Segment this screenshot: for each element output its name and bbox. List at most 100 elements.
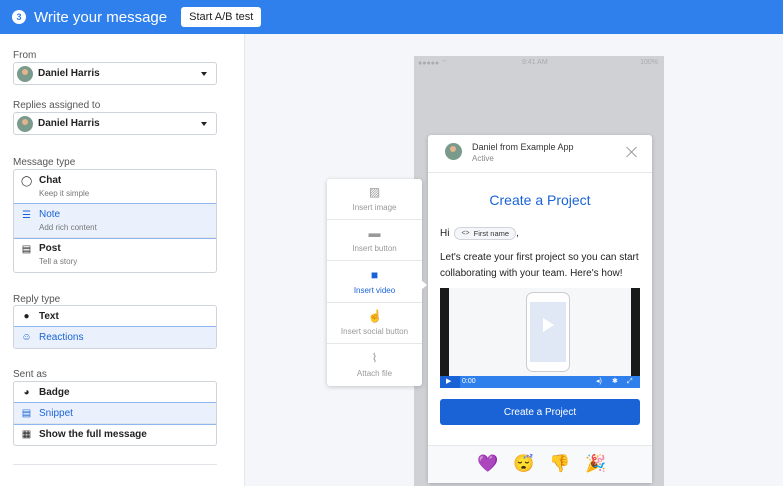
chat-bubble-icon: ◯	[21, 176, 33, 187]
pill-label: First name	[473, 229, 510, 238]
insert-label: Insert social button	[340, 327, 409, 336]
insert-label: Insert image	[352, 203, 397, 212]
divider	[13, 464, 217, 465]
start-ab-test-button[interactable]: Start A/B test	[181, 7, 262, 27]
assigned-label: Replies assigned to	[13, 100, 101, 111]
message-card: Daniel from Example App Active Create a …	[428, 135, 652, 483]
reply-type-label: Reply type	[13, 294, 61, 305]
image-icon: ▨	[368, 185, 381, 199]
video-icon: ■	[370, 268, 379, 282]
assigned-value: Daniel Harris	[38, 118, 100, 129]
caret-down-icon	[201, 72, 207, 76]
avatar	[17, 115, 33, 132]
reply-type-group: ● Text ☺ Reactions	[13, 305, 217, 349]
fullscreen-icon[interactable]: ⤢	[627, 378, 633, 386]
insert-label: Insert video	[353, 286, 396, 295]
message-type-group: ◯ Chat Keep it simple ☰ Note Add rich co…	[13, 169, 217, 273]
button-icon: ▬	[368, 226, 381, 240]
card-header: Daniel from Example App Active	[428, 135, 652, 173]
video-controls: ▶ 0:00 ◂) ✱ ⤢	[440, 376, 640, 388]
sent-as-badge[interactable]: ◕ Badge	[14, 382, 216, 403]
option-title: Show the full message	[39, 429, 147, 440]
insert-image-item[interactable]: ▨ Insert image	[327, 179, 422, 220]
full-message-icon: ▦	[21, 429, 32, 440]
from-value: Daniel Harris	[38, 68, 100, 79]
option-title: Chat	[39, 175, 62, 186]
sent-as-label: Sent as	[13, 369, 47, 380]
post-icon: ▤	[21, 244, 32, 255]
greeting-suffix: ,	[516, 228, 519, 239]
message-type-post[interactable]: ▤ Post Tell a story	[14, 238, 216, 272]
option-title: Note	[39, 209, 61, 220]
attach-file-item[interactable]: ⌇ Attach file	[327, 345, 422, 386]
signal-indicator: ●●●●● ⌔	[418, 60, 448, 67]
option-title: Text	[39, 310, 59, 322]
assigned-select[interactable]: Daniel Harris	[13, 112, 217, 135]
menu-pointer	[421, 280, 427, 290]
reaction-heart[interactable]: 💜	[470, 454, 506, 474]
insert-button-item[interactable]: ▬ Insert button	[327, 220, 422, 261]
code-icon: <>	[461, 230, 470, 237]
note-icon: ☰	[22, 210, 31, 221]
settings-icon[interactable]: ✱	[612, 378, 618, 386]
battery-indicator: 100%	[640, 59, 658, 66]
snippet-icon: ▤	[21, 408, 32, 419]
from-select[interactable]: Daniel Harris	[13, 62, 217, 85]
message-type-label: Message type	[13, 157, 76, 168]
reactions-bar: 💜 😴 👎 🎉	[428, 445, 652, 483]
sent-as-full-message[interactable]: ▦ Show the full message	[14, 424, 216, 445]
greeting-text: Hi	[440, 228, 450, 239]
sent-as-snippet[interactable]: ▤ Snippet	[14, 402, 216, 425]
from-label: From	[13, 50, 37, 61]
card-title[interactable]: Create a Project	[428, 192, 652, 208]
text-bubble-icon: ●	[23, 311, 30, 322]
reply-type-text[interactable]: ● Text	[14, 306, 216, 327]
video-phone-screen	[530, 302, 566, 362]
smile-icon: ☺	[21, 332, 32, 343]
sender-status: Active	[472, 154, 494, 163]
option-title: Badge	[39, 386, 70, 398]
paperclip-icon: ⌇	[371, 351, 378, 365]
sender-name: Daniel from Example App	[472, 142, 574, 152]
insert-label: Insert button	[352, 244, 397, 253]
badge-icon: ◕	[23, 387, 30, 398]
option-title: Post	[39, 243, 61, 254]
reply-type-reactions[interactable]: ☺ Reactions	[14, 326, 216, 348]
sender-avatar	[445, 143, 462, 160]
volume-icon[interactable]: ◂)	[596, 378, 602, 386]
thumbs-up-icon: ☝	[367, 309, 383, 323]
settings-panel: From Daniel Harris Replies assigned to D…	[0, 34, 245, 486]
option-title: Snippet	[39, 407, 73, 419]
message-type-chat[interactable]: ◯ Chat Keep it simple	[14, 170, 216, 204]
sent-as-group: ◕ Badge ▤ Snippet ▦ Show the full messag…	[13, 381, 217, 446]
phone-time: 9:41 AM	[522, 59, 548, 66]
caret-down-icon	[201, 122, 207, 126]
video-time: 0:00	[462, 378, 476, 385]
insert-label: Attach file	[356, 369, 393, 378]
reaction-thumbs-down[interactable]: 👎	[542, 454, 578, 474]
top-bar: 3 Write your message Start A/B test	[0, 0, 783, 34]
card-body[interactable]: Let's create your first project so you c…	[440, 250, 645, 282]
insert-video-item[interactable]: ■ Insert video	[327, 262, 422, 303]
video-thumbnail	[449, 288, 631, 376]
create-project-button[interactable]: Create a Project	[440, 399, 640, 425]
phone-status-bar: ●●●●● ⌔ 9:41 AM 100%	[414, 56, 664, 70]
greeting-line[interactable]: Hi <> First name ,	[440, 227, 519, 240]
option-subtitle: Add rich content	[39, 223, 97, 232]
play-icon[interactable]	[543, 318, 554, 332]
page-title: Write your message	[34, 8, 168, 26]
step-number: 3	[12, 10, 26, 24]
option-subtitle: Tell a story	[39, 257, 78, 266]
video-embed[interactable]: ▶ 0:00 ◂) ✱ ⤢	[440, 288, 640, 388]
option-subtitle: Keep it simple	[39, 189, 90, 198]
insert-social-button-item[interactable]: ☝ Insert social button	[327, 303, 422, 344]
avatar	[17, 65, 33, 82]
option-title: Reactions	[39, 332, 84, 343]
first-name-attribute-pill[interactable]: <> First name	[454, 227, 517, 240]
close-icon[interactable]	[626, 146, 638, 158]
video-phone-graphic	[526, 292, 570, 372]
reaction-sleepy[interactable]: 😴	[506, 454, 542, 474]
reaction-party[interactable]: 🎉	[578, 454, 614, 474]
message-type-note[interactable]: ☰ Note Add rich content	[14, 203, 216, 239]
play-control-icon[interactable]: ▶	[446, 378, 451, 386]
